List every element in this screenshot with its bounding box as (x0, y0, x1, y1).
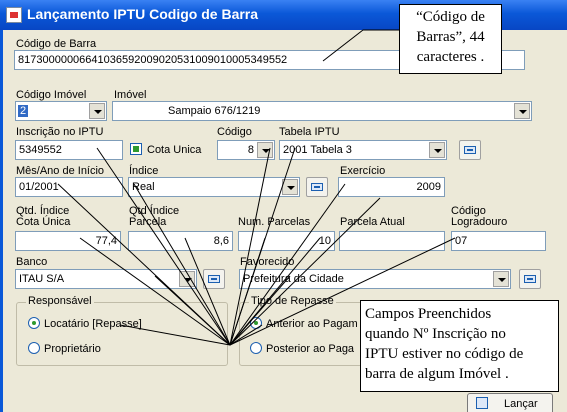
tabela-iptu-value: 2001 Tabela 3 (283, 144, 352, 156)
chevron-down-icon[interactable] (89, 103, 105, 119)
imovel-select[interactable]: Sampaio 676/1219 (112, 101, 532, 121)
posterior-radio[interactable] (250, 342, 262, 354)
favorecido-lookup-button[interactable] (519, 269, 541, 289)
locatario-radio[interactable] (28, 317, 40, 329)
note-line: Barras”, 44 (416, 29, 485, 45)
exercicio-label: Exercício (340, 165, 386, 177)
locatario-label: Locatário [Repasse] (44, 318, 142, 330)
codigo-value: 8 (247, 144, 254, 156)
chevron-down-icon[interactable] (179, 271, 195, 287)
codigo-imovel-value: 2 (18, 105, 29, 117)
note-line: IPTU estiver no código de (365, 346, 524, 362)
note-line: barra de algum Imóvel . (365, 366, 509, 382)
form-icon (311, 183, 323, 191)
responsavel-legend: Responsável (26, 295, 94, 307)
codigo-logradouro-input[interactable]: 07 (451, 231, 546, 251)
codigo-logradouro-label-2: Logradouro (451, 216, 508, 228)
cota-unica-checkbox[interactable] (130, 143, 142, 155)
banco-select[interactable]: ITAU S/A (15, 269, 197, 289)
num-parcelas-input[interactable]: 10 (238, 231, 335, 251)
codigo-select[interactable]: 8 (217, 140, 275, 160)
codigo-label: Código (217, 126, 252, 138)
note-line: Campos Preenchidos (365, 306, 492, 322)
exercicio-input[interactable]: 2009 (338, 177, 445, 197)
favorecido-select[interactable]: Prefeitura da Cidade (239, 269, 511, 289)
indice-lookup-button[interactable] (306, 177, 328, 197)
favorecido-value: Prefeitura da Cidade (243, 273, 344, 285)
lancar-button[interactable]: Lançar (467, 393, 553, 412)
parcela-atual-input[interactable] (339, 231, 445, 251)
anterior-label: Anterior ao Pagam (266, 318, 358, 330)
form-icon (524, 275, 536, 283)
chevron-down-icon[interactable] (257, 142, 273, 158)
posterior-label: Posterior ao Paga (266, 343, 355, 355)
form-icon (208, 275, 220, 283)
note-line: quando Nº Inscrição no (365, 326, 506, 342)
responsavel-group (16, 302, 228, 366)
mes-ano-inicio-input[interactable]: 01/2001 (15, 177, 123, 197)
proprietario-label: Proprietário (44, 343, 101, 355)
app-icon (6, 7, 22, 23)
tipo-repasse-group (239, 302, 369, 366)
chevron-down-icon[interactable] (429, 142, 445, 158)
imovel-label: Imóvel (114, 89, 147, 101)
qtd-indice-cota-unica-input[interactable]: 77,4 (15, 231, 121, 251)
proprietario-radio[interactable] (28, 342, 40, 354)
codigo-imovel-select[interactable]: 2 (15, 101, 107, 121)
banco-value: ITAU S/A (19, 273, 65, 285)
indice-label: Índice (129, 165, 159, 177)
qtd-indice-parcela-label-2: Parcela (129, 216, 167, 228)
cota-unica-label: Cota Unica (147, 144, 202, 156)
note-line: “Código de (416, 9, 485, 25)
inscricao-input[interactable]: 5349552 (15, 140, 123, 160)
num-parcelas-label: Num. Parcelas (238, 216, 311, 228)
tabela-iptu-label: Tabela IPTU (279, 126, 340, 138)
codigo-barra-label: Código de Barra (16, 38, 97, 50)
chevron-down-icon[interactable] (514, 103, 530, 119)
qtd-indice-parcela-input[interactable]: 8,6 (128, 231, 233, 251)
chevron-down-icon[interactable] (493, 271, 509, 287)
fields-annotation: Campos Preenchidos quando Nº Inscrição n… (360, 300, 559, 392)
note-line: caracteres . (416, 49, 485, 65)
document-check-icon (476, 397, 488, 409)
form-icon (464, 146, 476, 154)
banco-lookup-button[interactable] (203, 269, 225, 289)
lancar-label: Lançar (504, 398, 538, 410)
indice-value: Real (132, 181, 155, 193)
imovel-value: Sampaio 676/1219 (168, 105, 261, 117)
inscricao-label: Inscrição no IPTU (16, 126, 104, 138)
barcode-annotation: “Código de Barras”, 44 caracteres . (399, 4, 502, 74)
chevron-down-icon[interactable] (282, 179, 298, 195)
tabela-iptu-select[interactable]: 2001 Tabela 3 (279, 140, 447, 160)
banco-label: Banco (16, 256, 48, 268)
window-title: Lançamento IPTU Codigo de Barra (27, 6, 259, 22)
tabela-iptu-lookup-button[interactable] (459, 140, 481, 160)
qtd-indice-cota-unica-label-2: Cota Única (16, 216, 71, 228)
indice-select[interactable]: Real (128, 177, 300, 197)
favorecido-label: Favorecido (240, 256, 295, 268)
tipo-repasse-legend: Tipo de Repasse (249, 295, 336, 307)
anterior-radio[interactable] (250, 317, 262, 329)
mes-ano-inicio-label: Mês/Ano de Início (16, 165, 105, 177)
parcela-atual-label: Parcela Atual (340, 216, 405, 228)
codigo-imovel-label: Código Imóvel (16, 89, 87, 101)
